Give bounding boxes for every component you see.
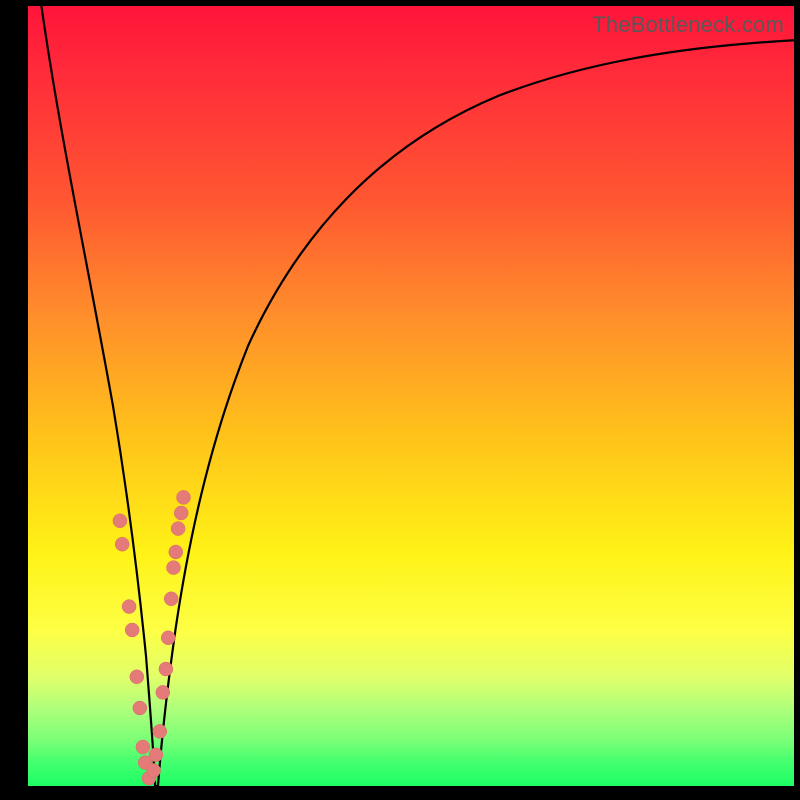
data-point	[115, 537, 129, 551]
data-point	[125, 623, 139, 637]
data-point	[177, 490, 191, 504]
curve-layer	[28, 6, 794, 786]
data-point	[167, 561, 181, 575]
data-point	[130, 670, 144, 684]
data-point	[133, 701, 147, 715]
data-point	[147, 763, 161, 777]
data-point	[174, 506, 188, 520]
data-point	[113, 514, 127, 528]
data-point	[161, 631, 175, 645]
data-point	[164, 592, 178, 606]
bottleneck-curve	[40, 6, 794, 786]
data-point	[136, 740, 150, 754]
watermark-text: TheBottleneck.com	[592, 12, 784, 38]
plot-area: TheBottleneck.com	[28, 6, 794, 786]
data-point	[169, 545, 183, 559]
data-point	[149, 748, 163, 762]
data-point	[156, 685, 170, 699]
data-point	[153, 724, 167, 738]
data-point	[159, 662, 173, 676]
data-point	[171, 522, 185, 536]
chart-frame: TheBottleneck.com	[0, 0, 800, 800]
data-point	[122, 600, 136, 614]
